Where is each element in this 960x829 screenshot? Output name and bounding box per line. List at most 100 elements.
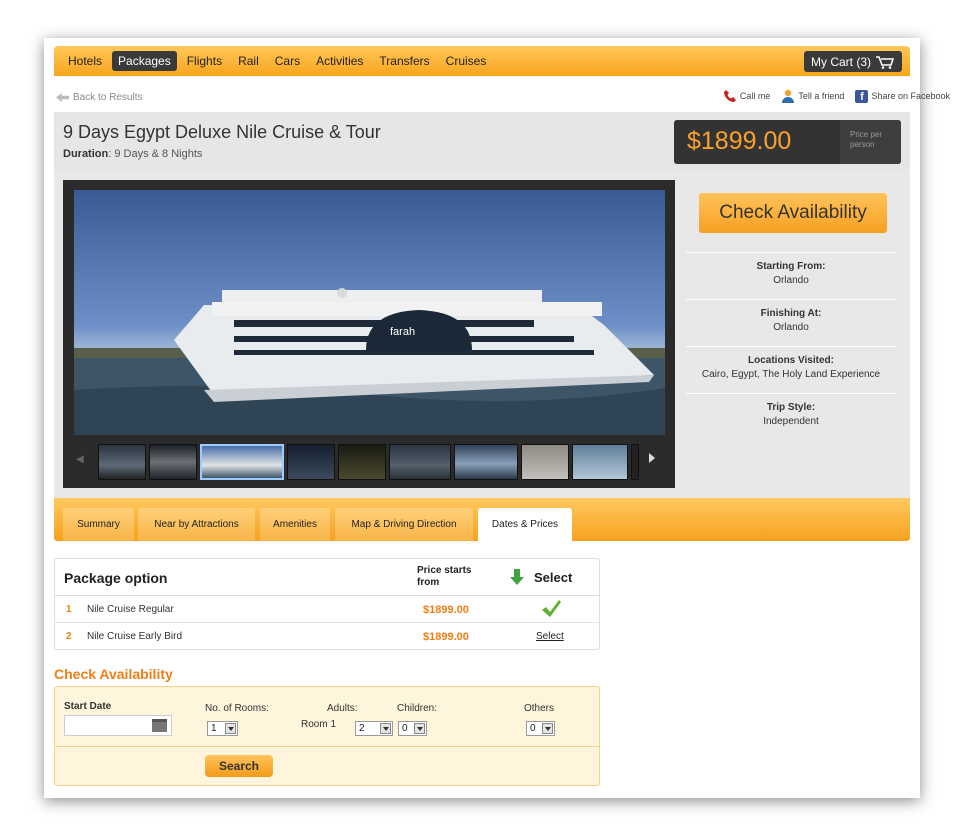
nav-flights[interactable]: Flights bbox=[181, 51, 228, 71]
info-value: Independent bbox=[763, 416, 819, 427]
others-value: 0 bbox=[530, 723, 536, 734]
nav-packages[interactable]: Packages bbox=[112, 51, 177, 71]
price-box: $1899.00 Price per person bbox=[674, 120, 901, 164]
thumbnail-7[interactable] bbox=[454, 444, 518, 480]
row-number: 2 bbox=[66, 631, 72, 642]
tab-near-by-attractions[interactable]: Near by Attractions bbox=[138, 508, 255, 541]
info-label: Finishing At: bbox=[760, 308, 822, 319]
nav-activities[interactable]: Activities bbox=[310, 51, 369, 71]
info-label: Locations Visited: bbox=[748, 355, 834, 366]
cart-label: My Cart (3) bbox=[811, 54, 871, 69]
info-value: Orlando bbox=[773, 275, 809, 286]
selected-check-icon bbox=[542, 600, 561, 617]
phone-icon bbox=[723, 90, 736, 102]
social-actions: Call me Tell a friend f Share on Faceboo… bbox=[723, 89, 950, 103]
thumbnail-2[interactable] bbox=[149, 444, 197, 480]
col-price-starts-from: Price starts from bbox=[417, 565, 472, 588]
info-value: Orlando bbox=[773, 322, 809, 333]
info-value: Cairo, Egypt, The Holy Land Experience bbox=[701, 369, 881, 380]
check-availability-button[interactable]: Check Availability bbox=[699, 193, 887, 233]
info-trip-style: Trip Style: Independent bbox=[686, 393, 896, 440]
person-icon bbox=[782, 89, 795, 103]
tour-duration: Duration: 9 Days & 8 Nights bbox=[63, 148, 202, 160]
thumb-next-icon[interactable] bbox=[649, 453, 655, 463]
start-date-input[interactable] bbox=[64, 715, 172, 736]
thumbnail-10[interactable] bbox=[631, 444, 639, 480]
children-value: 0 bbox=[402, 723, 408, 734]
main-navigation: Hotels Packages Flights Rail Cars Activi… bbox=[54, 46, 910, 76]
tour-header: 9 Days Egypt Deluxe Nile Cruise & Tour D… bbox=[54, 112, 910, 172]
cruise-ship-illustration: farah bbox=[74, 288, 665, 435]
rooms-label: No. of Rooms: bbox=[205, 703, 269, 714]
chevron-down-icon bbox=[225, 723, 236, 734]
thumbnail-6[interactable] bbox=[389, 444, 451, 480]
chevron-down-icon bbox=[414, 723, 425, 734]
package-options-table: Package option Price starts from Select … bbox=[54, 558, 600, 650]
details-tab-bar: Summary Near by Attractions Amenities Ma… bbox=[54, 498, 910, 541]
thumbnail-strip: ◀ bbox=[63, 438, 675, 486]
back-label: Back to Results bbox=[73, 92, 143, 103]
thumbnail-1[interactable] bbox=[98, 444, 146, 480]
tab-summary[interactable]: Summary bbox=[63, 508, 134, 541]
duration-value: : 9 Days & 8 Nights bbox=[108, 148, 203, 160]
info-starting-from: Starting From: Orlando bbox=[686, 252, 896, 299]
tab-map-driving-direction[interactable]: Map & Driving Direction bbox=[335, 508, 473, 541]
search-button[interactable]: Search bbox=[205, 755, 273, 777]
row-package-name: Nile Cruise Early Bird bbox=[87, 631, 183, 642]
thumbnail-5[interactable] bbox=[338, 444, 386, 480]
facebook-icon: f bbox=[855, 89, 869, 103]
table-row: 1 Nile Cruise Regular $1899.00 bbox=[55, 596, 599, 623]
children-select[interactable]: 0 bbox=[398, 721, 427, 736]
share-facebook-link[interactable]: Share on Facebook bbox=[871, 91, 950, 101]
nav-transfers[interactable]: Transfers bbox=[373, 51, 435, 71]
availability-form: Start Date No. of Rooms: 1 Room 1 Adults… bbox=[54, 686, 600, 786]
start-date-label: Start Date bbox=[64, 701, 112, 712]
nav-rail[interactable]: Rail bbox=[232, 51, 265, 71]
col-package-option: Package option bbox=[64, 570, 168, 586]
back-to-results-link[interactable]: Back to Results bbox=[56, 92, 142, 103]
price-per-person-note: Price per person bbox=[840, 120, 901, 164]
table-row: 2 Nile Cruise Early Bird $1899.00 Select bbox=[55, 623, 599, 650]
adults-label: Adults: bbox=[327, 703, 358, 714]
my-cart-button[interactable]: My Cart (3) bbox=[804, 51, 902, 72]
tab-dates-prices[interactable]: Dates & Prices bbox=[478, 508, 572, 541]
info-label: Starting From: bbox=[756, 261, 826, 272]
info-locations-visited: Locations Visited: Cairo, Egypt, The Hol… bbox=[686, 346, 896, 393]
thumbnail-8[interactable] bbox=[521, 444, 569, 480]
tour-price: $1899.00 bbox=[687, 127, 792, 155]
chevron-down-icon bbox=[542, 723, 553, 734]
thumbnail-9[interactable] bbox=[572, 444, 628, 480]
chevron-down-icon bbox=[380, 723, 391, 734]
duration-label: Duration bbox=[63, 148, 109, 160]
rooms-value: 1 bbox=[211, 723, 217, 734]
thumb-prev-icon[interactable]: ◀ bbox=[76, 454, 84, 465]
cart-icon bbox=[876, 55, 895, 69]
thumbnail-3[interactable] bbox=[200, 444, 284, 480]
nav-hotels[interactable]: Hotels bbox=[62, 51, 108, 71]
rooms-select[interactable]: 1 bbox=[207, 721, 238, 736]
tour-title: 9 Days Egypt Deluxe Nile Cruise & Tour bbox=[63, 122, 381, 142]
thumbnail-4[interactable] bbox=[287, 444, 335, 480]
table-header: Package option Price starts from Select bbox=[55, 559, 599, 596]
others-select[interactable]: 0 bbox=[526, 721, 555, 736]
adults-value: 2 bbox=[359, 723, 365, 734]
back-arrow-icon bbox=[56, 93, 69, 102]
row-number: 1 bbox=[66, 604, 72, 615]
children-label: Children: bbox=[397, 703, 438, 714]
tell-a-friend-link[interactable]: Tell a friend bbox=[798, 91, 844, 101]
call-me-link[interactable]: Call me bbox=[740, 91, 771, 101]
calendar-icon[interactable] bbox=[152, 719, 167, 732]
row-package-name: Nile Cruise Regular bbox=[87, 604, 174, 615]
down-arrow-icon bbox=[510, 569, 524, 585]
tab-amenities[interactable]: Amenities bbox=[260, 508, 330, 541]
row-price: $1899.00 bbox=[423, 631, 469, 643]
adults-select[interactable]: 2 bbox=[355, 721, 393, 736]
check-availability-heading: Check Availability bbox=[54, 666, 173, 682]
room-1-label: Room 1 bbox=[301, 719, 337, 730]
row-price: $1899.00 bbox=[423, 604, 469, 616]
select-link[interactable]: Select bbox=[536, 631, 564, 642]
nav-cars[interactable]: Cars bbox=[269, 51, 306, 71]
info-finishing-at: Finishing At: Orlando bbox=[686, 299, 896, 346]
info-label: Trip Style: bbox=[766, 402, 816, 413]
nav-cruises[interactable]: Cruises bbox=[440, 51, 493, 71]
